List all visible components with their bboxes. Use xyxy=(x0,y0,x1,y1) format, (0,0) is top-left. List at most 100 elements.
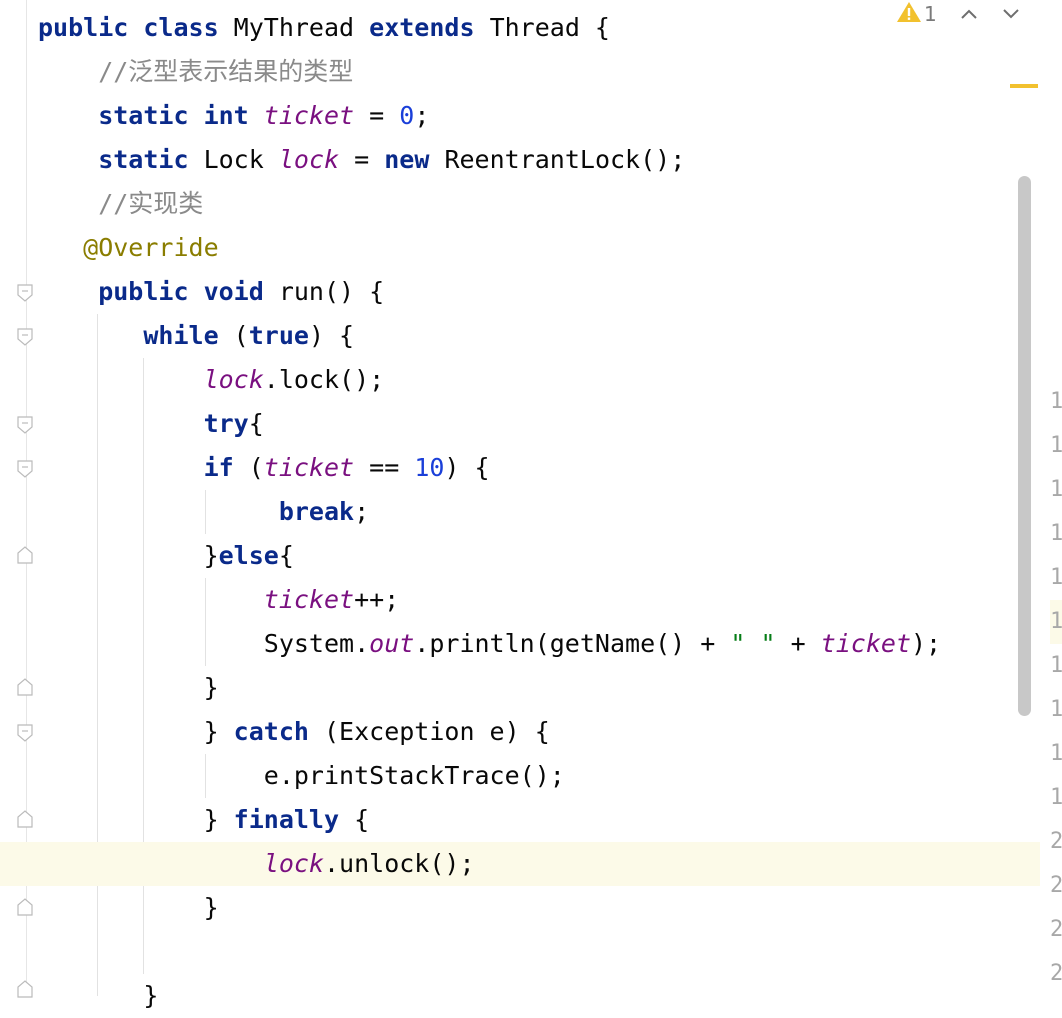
code-token: ticket xyxy=(820,629,911,658)
code-token: //泛型表示结果的类型 xyxy=(38,57,354,86)
inspection-widget[interactable]: 1 xyxy=(896,0,1041,28)
code-line[interactable] xyxy=(0,930,1040,974)
code-token: .lock(); xyxy=(263,365,385,394)
fold-marker-icon[interactable] xyxy=(17,416,33,434)
fold-end-icon[interactable] xyxy=(17,810,33,828)
code-line[interactable]: e.printStackTrace(); xyxy=(0,754,1040,798)
code-token: ticket xyxy=(263,101,355,130)
line-number: 1 xyxy=(1050,785,1062,810)
fold-marker-icon[interactable] xyxy=(17,460,33,478)
vertical-scrollbar[interactable] xyxy=(1018,176,1031,716)
code-token: + xyxy=(775,629,821,658)
fold-marker-icon[interactable] xyxy=(17,328,33,346)
warning-count[interactable]: 1 xyxy=(924,2,937,26)
fold-end-icon[interactable] xyxy=(17,678,33,696)
code-token: { xyxy=(278,541,294,570)
code-token: static int xyxy=(38,101,264,130)
chevron-down-icon[interactable] xyxy=(999,2,1023,26)
code-line[interactable]: } finally { xyxy=(0,798,1040,842)
code-token: ; xyxy=(414,101,430,130)
code-token: System. xyxy=(38,629,370,658)
code-line[interactable]: } xyxy=(0,886,1040,930)
code-token: 0 xyxy=(399,101,415,130)
line-number: 1 xyxy=(1050,565,1062,590)
code-token: try xyxy=(38,409,249,438)
fold-end-icon[interactable] xyxy=(17,898,33,916)
code-line[interactable]: @Override xyxy=(0,226,1040,270)
code-line[interactable]: break; xyxy=(0,490,1040,534)
code-token: run() { xyxy=(278,277,385,306)
line-number: 2 xyxy=(1050,829,1062,854)
code-line[interactable]: ticket++; xyxy=(0,578,1040,622)
code-line[interactable]: //泛型表示结果的类型 xyxy=(0,50,1040,94)
code-line[interactable]: System.out.println(getName() + " " + tic… xyxy=(0,622,1040,666)
code-token: } xyxy=(38,541,219,570)
code-token: lock xyxy=(38,849,324,878)
code-line[interactable]: static Lock lock = new ReentrantLock(); xyxy=(0,138,1040,182)
line-number: 2 xyxy=(1050,961,1062,986)
code-token: //实现类 xyxy=(38,189,204,218)
code-token: ) { xyxy=(308,321,355,350)
code-token: else xyxy=(218,541,279,570)
warning-icon[interactable] xyxy=(896,0,922,28)
code-token: MyThread xyxy=(233,13,370,42)
code-line[interactable]: } xyxy=(0,974,1040,1018)
code-line[interactable]: lock.unlock(); xyxy=(0,842,1040,886)
fold-marker-icon[interactable] xyxy=(17,724,33,742)
code-line[interactable]: while (true) { xyxy=(0,314,1040,358)
line-number: 2 xyxy=(1050,873,1062,898)
line-number: 1 xyxy=(1050,389,1062,414)
line-number: 1 xyxy=(1050,600,1062,644)
line-number: 1 xyxy=(1050,433,1062,458)
code-token: 10 xyxy=(414,453,445,482)
code-token: " " xyxy=(730,629,776,658)
code-token: = xyxy=(339,145,385,174)
code-token: } xyxy=(38,673,219,702)
code-token: .println(getName() + xyxy=(414,629,731,658)
code-line[interactable]: try{ xyxy=(0,402,1040,446)
line-number: 1 xyxy=(1050,653,1062,678)
code-token: e.printStackTrace(); xyxy=(38,761,565,790)
code-token: new xyxy=(384,145,445,174)
line-number: 1 xyxy=(1050,697,1062,722)
code-line[interactable]: } xyxy=(0,666,1040,710)
fold-end-icon[interactable] xyxy=(17,546,33,564)
code-token: { xyxy=(248,409,264,438)
warning-stripe-marker[interactable] xyxy=(1010,84,1038,88)
code-line[interactable]: }else{ xyxy=(0,534,1040,578)
line-number: 1 xyxy=(1050,477,1062,502)
code-token: Thread { xyxy=(489,13,610,42)
code-line[interactable]: } catch (Exception e) { xyxy=(0,710,1040,754)
code-line[interactable]: if (ticket == 10) { xyxy=(0,446,1040,490)
code-token: ); xyxy=(911,629,942,658)
code-token: catch xyxy=(233,717,324,746)
code-token: extends xyxy=(369,13,490,42)
code-token: Lock xyxy=(203,145,279,174)
code-line[interactable]: //实现类 xyxy=(0,182,1040,226)
code-token: } xyxy=(38,805,234,834)
code-token: while xyxy=(38,321,234,350)
code-line[interactable]: lock.lock(); xyxy=(0,358,1040,402)
code-token: break xyxy=(38,497,355,526)
code-token: lock xyxy=(38,365,264,394)
line-number: 1 xyxy=(1050,521,1062,546)
line-number: 2 xyxy=(1050,917,1062,942)
line-number: 1 xyxy=(1050,741,1062,766)
code-token: @Override xyxy=(38,233,219,262)
fold-marker-icon[interactable] xyxy=(17,284,33,302)
code-token: finally xyxy=(233,805,355,834)
code-token: = xyxy=(354,101,400,130)
code-token: ++; xyxy=(354,585,400,614)
code-line[interactable]: public class MyThread extends Thread { xyxy=(0,6,1040,50)
fold-end-icon[interactable] xyxy=(17,980,33,998)
code-token: ( xyxy=(233,321,249,350)
code-token: public void xyxy=(38,277,279,306)
chevron-up-icon[interactable] xyxy=(957,2,981,26)
code-token: ticket xyxy=(38,585,355,614)
code-editor[interactable]: public class MyThread extends Thread { /… xyxy=(0,0,1062,1010)
code-line[interactable]: static int ticket = 0; xyxy=(0,94,1040,138)
code-token: static xyxy=(38,145,204,174)
code-line[interactable]: public void run() { xyxy=(0,270,1040,314)
code-token: true xyxy=(248,321,309,350)
code-token: == xyxy=(354,453,415,482)
